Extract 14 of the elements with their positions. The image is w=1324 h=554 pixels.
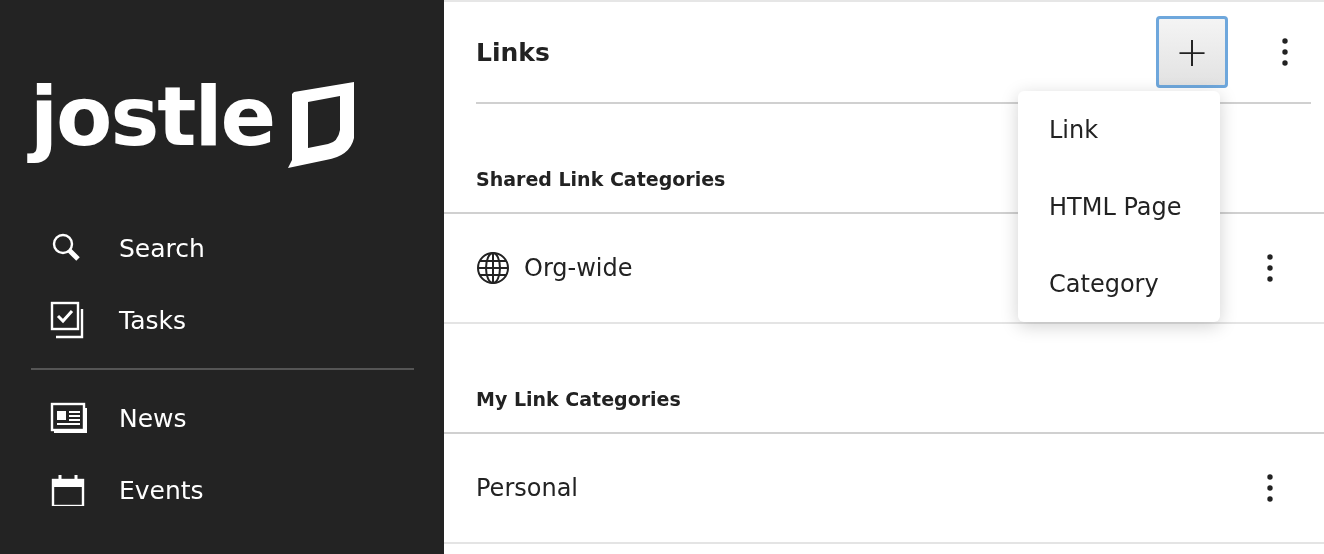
nav-item[interactable]: Tasks <box>0 284 444 356</box>
nav-item[interactable]: News <box>0 382 444 454</box>
section-heading: My Link Categories <box>444 324 1324 434</box>
nav-item[interactable]: Search <box>0 212 444 284</box>
category-name[interactable]: Personal <box>476 474 579 502</box>
newspaper-icon <box>50 402 88 434</box>
add-button[interactable]: + <box>1156 16 1228 88</box>
logo-mark-icon <box>286 82 357 168</box>
category-name[interactable]: Org-wide <box>524 254 633 282</box>
globe-icon <box>476 251 510 285</box>
menu-item[interactable]: Category <box>1018 245 1220 322</box>
calendar-icon <box>50 474 86 506</box>
nav-item[interactable]: Events <box>0 454 444 526</box>
page-title: Links <box>476 37 551 67</box>
